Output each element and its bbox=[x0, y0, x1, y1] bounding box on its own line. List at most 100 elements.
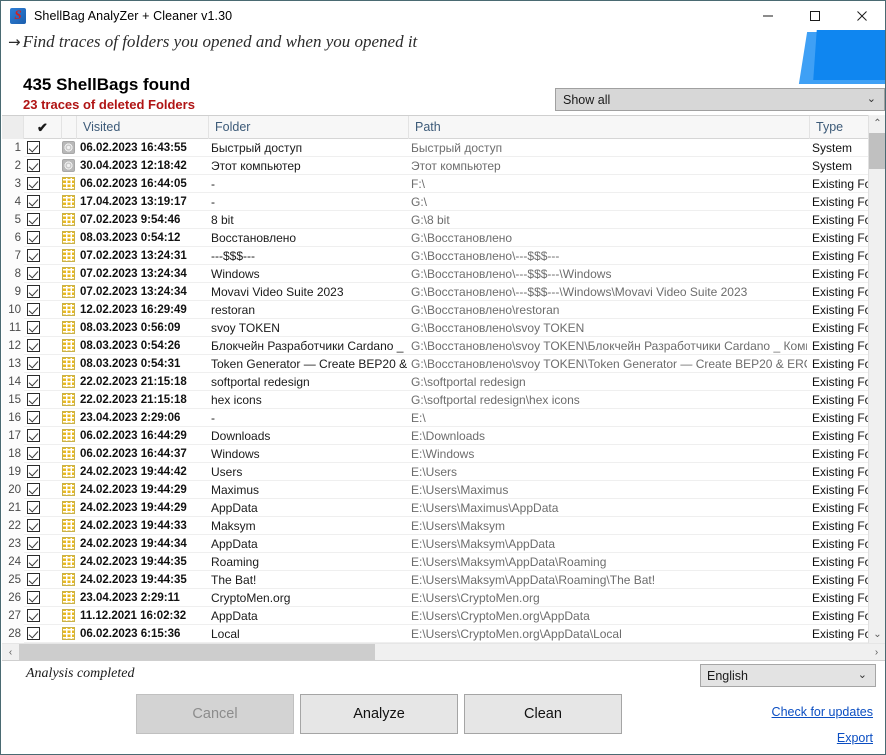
row-checkbox[interactable] bbox=[27, 265, 59, 283]
row-checkbox[interactable] bbox=[27, 229, 59, 247]
row-checkbox[interactable] bbox=[27, 319, 59, 337]
row-checkbox[interactable] bbox=[27, 175, 59, 193]
close-button[interactable] bbox=[838, 1, 885, 31]
row-index: 23 bbox=[2, 535, 24, 553]
table-row[interactable]: 9 07.02.2023 13:24:34 Movavi Video Suite 2… bbox=[2, 283, 868, 301]
scroll-right-icon[interactable]: › bbox=[868, 644, 885, 661]
table-row[interactable]: 15 22.02.2023 21:15:18 hex icons G:\softpor… bbox=[2, 391, 868, 409]
row-checkbox[interactable] bbox=[27, 571, 59, 589]
column-header-type[interactable]: Type bbox=[810, 116, 868, 139]
table-row[interactable]: 10 12.02.2023 16:29:49 restoran G:\Восстано… bbox=[2, 301, 868, 319]
table-row[interactable]: 5 07.02.2023 9:54:46 8 bit G:\8 bit Existing… bbox=[2, 211, 868, 229]
horizontal-scrollbar-thumb[interactable] bbox=[19, 644, 375, 661]
table-row[interactable]: 17 06.02.2023 16:44:29 Downloads E:\Downloa… bbox=[2, 427, 868, 445]
row-checkbox[interactable] bbox=[27, 553, 59, 571]
row-checkbox[interactable] bbox=[27, 301, 59, 319]
export-link[interactable]: Export bbox=[837, 731, 873, 745]
cell-type: Existing Fol bbox=[812, 447, 868, 461]
column-header-checkbox[interactable]: ✔ bbox=[24, 116, 62, 139]
filter-dropdown[interactable]: Show all ⌄ bbox=[555, 88, 885, 111]
vertical-scrollbar-thumb[interactable] bbox=[869, 133, 885, 169]
table-row[interactable]: 13 08.03.2023 0:54:31 Token Generator — Cr… bbox=[2, 355, 868, 373]
scroll-up-icon[interactable]: ⌃ bbox=[869, 115, 885, 132]
table-row[interactable]: 6 08.03.2023 0:54:12 Восстановлено G:\Восст… bbox=[2, 229, 868, 247]
maximize-button[interactable] bbox=[791, 1, 838, 31]
row-checkbox[interactable] bbox=[27, 445, 59, 463]
check-for-updates-link[interactable]: Check for updates bbox=[772, 705, 873, 719]
row-checkbox[interactable] bbox=[27, 499, 59, 517]
row-checkbox[interactable] bbox=[27, 625, 59, 643]
row-checkbox[interactable] bbox=[27, 193, 59, 211]
table-row[interactable]: 7 07.02.2023 13:24:31 ---$$$--- G:\Восстано… bbox=[2, 247, 868, 265]
language-dropdown[interactable]: English ⌄ bbox=[700, 664, 876, 687]
row-checkbox[interactable] bbox=[27, 481, 59, 499]
column-header-index[interactable] bbox=[2, 116, 24, 139]
scroll-left-icon[interactable]: ‹ bbox=[2, 644, 19, 661]
row-checkbox[interactable] bbox=[27, 373, 59, 391]
row-checkbox[interactable] bbox=[27, 607, 59, 625]
table-row[interactable]: 28 06.02.2023 6:15:36 Local E:\Users\Crypto… bbox=[2, 625, 868, 643]
row-checkbox[interactable] bbox=[27, 535, 59, 553]
row-checkbox[interactable] bbox=[27, 589, 59, 607]
row-index: 5 bbox=[2, 211, 24, 229]
cell-path: G:\Восстановлено\svoy TOKEN bbox=[411, 321, 585, 335]
cell-type: Existing Fol bbox=[812, 537, 868, 551]
table-row[interactable]: 1 06.02.2023 16:43:55 Быстрый доступ Быстры… bbox=[2, 139, 868, 157]
table-row[interactable]: 24 24.02.2023 19:44:35 Roaming E:\Users\Mak… bbox=[2, 553, 868, 571]
table-row[interactable]: 19 24.02.2023 19:44:42 Users E:\Users Existi… bbox=[2, 463, 868, 481]
row-checkbox[interactable] bbox=[27, 139, 59, 157]
row-index: 6 bbox=[2, 229, 24, 247]
clean-button[interactable]: Clean bbox=[464, 694, 622, 734]
table-row[interactable]: 18 06.02.2023 16:44:37 Windows E:\Windows Ex… bbox=[2, 445, 868, 463]
table-row[interactable]: 20 24.02.2023 19:44:29 Maximus E:\Users\Max… bbox=[2, 481, 868, 499]
table-row[interactable]: 12 08.03.2023 0:54:26 Блокчейн Разработчик… bbox=[2, 337, 868, 355]
table-row[interactable]: 23 24.02.2023 19:44:34 AppData E:\Users\Mak… bbox=[2, 535, 868, 553]
column-header-path[interactable]: Path bbox=[409, 116, 810, 139]
row-checkbox[interactable] bbox=[27, 517, 59, 535]
table-row[interactable]: 26 23.04.2023 2:29:11 CryptoMen.org E:\User… bbox=[2, 589, 868, 607]
cell-type: Existing Fol bbox=[812, 357, 868, 371]
folder-icon bbox=[62, 409, 78, 427]
cancel-button[interactable]: Cancel bbox=[136, 694, 294, 734]
column-header-icon[interactable] bbox=[62, 116, 77, 139]
table-row[interactable]: 11 08.03.2023 0:56:09 svoy TOKEN G:\Восстан… bbox=[2, 319, 868, 337]
cell-folder: 8 bit bbox=[211, 213, 234, 227]
row-checkbox[interactable] bbox=[27, 283, 59, 301]
table-row[interactable]: 2 30.04.2023 12:18:42 Этот компьютер Этот к… bbox=[2, 157, 868, 175]
table-row[interactable]: 25 24.02.2023 19:44:35 The Bat! E:\Users\Ma… bbox=[2, 571, 868, 589]
table-row[interactable]: 21 24.02.2023 19:44:29 AppData E:\Users\Max… bbox=[2, 499, 868, 517]
column-header-visited[interactable]: Visited bbox=[77, 116, 209, 139]
row-index: 25 bbox=[2, 571, 24, 589]
row-checkbox[interactable] bbox=[27, 427, 59, 445]
cell-type: Existing Fol bbox=[812, 375, 868, 389]
row-checkbox[interactable] bbox=[27, 355, 59, 373]
vertical-scrollbar[interactable]: ⌃ ⌄ bbox=[868, 115, 885, 643]
row-checkbox[interactable] bbox=[27, 247, 59, 265]
table-row[interactable]: 8 07.02.2023 13:24:34 Windows G:\Восстановл… bbox=[2, 265, 868, 283]
minimize-button[interactable] bbox=[744, 1, 791, 31]
scroll-down-icon[interactable]: ⌄ bbox=[869, 626, 885, 643]
cell-path: E:\Users\Maksym bbox=[411, 519, 506, 533]
cell-type: Existing Fol bbox=[812, 609, 868, 623]
blue-folder-logo-icon bbox=[793, 30, 885, 85]
table-row[interactable]: 3 06.02.2023 16:44:05 - F:\ Existing Fol bbox=[2, 175, 868, 193]
row-checkbox[interactable] bbox=[27, 409, 59, 427]
folder-icon bbox=[62, 625, 78, 643]
row-index: 12 bbox=[2, 337, 24, 355]
horizontal-scrollbar[interactable]: ‹ › bbox=[2, 643, 885, 661]
table-row[interactable]: 16 23.04.2023 2:29:06 - E:\ Existing Fol bbox=[2, 409, 868, 427]
row-checkbox[interactable] bbox=[27, 337, 59, 355]
table-row[interactable]: 14 22.02.2023 21:15:18 softportal redesign… bbox=[2, 373, 868, 391]
row-checkbox[interactable] bbox=[27, 391, 59, 409]
table-row[interactable]: 22 24.02.2023 19:44:33 Maksym E:\Users\Maks… bbox=[2, 517, 868, 535]
row-checkbox[interactable] bbox=[27, 211, 59, 229]
row-checkbox[interactable] bbox=[27, 157, 59, 175]
cell-path: E:\Users\CryptoMen.org\AppData\Local bbox=[411, 627, 622, 641]
table-row[interactable]: 27 11.12.2021 16:02:32 AppData E:\Users\Cry… bbox=[2, 607, 868, 625]
row-checkbox[interactable] bbox=[27, 463, 59, 481]
analyze-button[interactable]: Analyze bbox=[300, 694, 458, 734]
table-row[interactable]: 4 17.04.2023 13:19:17 - G:\ Existing Fol bbox=[2, 193, 868, 211]
cell-visited: 23.04.2023 2:29:06 bbox=[80, 412, 181, 424]
column-header-folder[interactable]: Folder bbox=[209, 116, 409, 139]
cell-folder: Быстрый доступ bbox=[211, 141, 303, 155]
